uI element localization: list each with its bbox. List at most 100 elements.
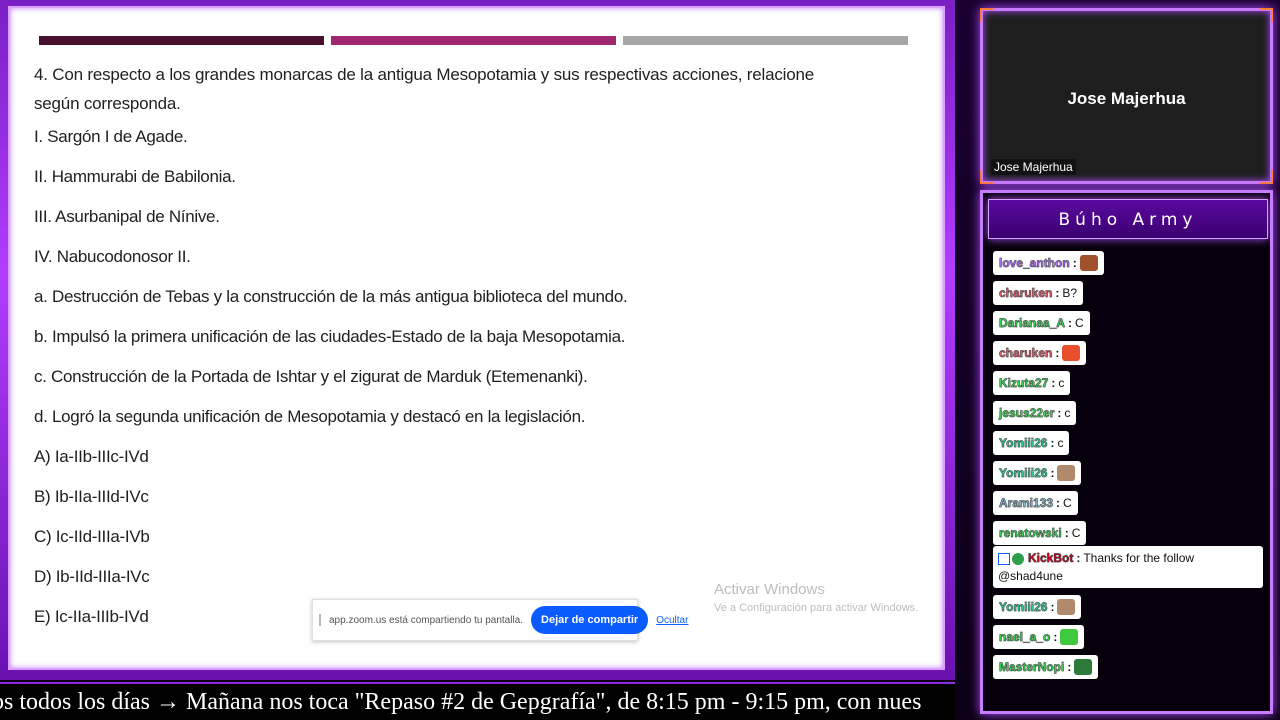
frame-corner [1259, 8, 1273, 22]
watermark-subtitle: Ve a Configuración para activar Windows. [714, 602, 919, 614]
chat-username[interactable]: Yomiii26 [999, 466, 1048, 480]
chat-message-row: renatowski: C [993, 515, 1270, 545]
answer-option-a: A) Ia-IIb-IIIc-IVd [34, 447, 149, 466]
chat-separator: : [1068, 316, 1073, 330]
chat-separator: : [1057, 406, 1062, 420]
shared-screen: 4. Con respecto a los grandes monarcas d… [8, 6, 945, 670]
zoom-share-message: app.zoom.us está compartiendo tu pantall… [329, 614, 524, 626]
chat-message: MasterNopi: [993, 655, 1099, 679]
chat-username[interactable]: charuken [999, 346, 1053, 360]
chat-text: c [1057, 436, 1064, 450]
chat-title: Búho Army [1058, 210, 1198, 230]
chat-username[interactable]: MasterNopi [999, 660, 1065, 674]
chat-separator: : [1055, 286, 1060, 300]
chat-separator: : [1050, 466, 1055, 480]
item-line: I. Sargón I de Agade. [34, 127, 188, 146]
chat-message-row: Kizuta27: c [993, 365, 1270, 395]
chat-message-row: Darianaa_A: C [993, 305, 1270, 335]
chat-text: C [1071, 526, 1081, 540]
chat-panel: Búho Army love_anthon: charuken: B? Dariana… [980, 190, 1273, 714]
chat-username[interactable]: nael_a_o [999, 630, 1051, 644]
chat-message-row: nael_a_o: [993, 619, 1270, 649]
answer-option-b: B) Ib-IIa-IIId-IVc [34, 487, 149, 506]
chat-text: B? [1062, 286, 1078, 300]
chat-username[interactable]: KickBot [1028, 551, 1074, 565]
item-line: b. Impulsó la primera unificación de las… [34, 327, 626, 346]
bot-badge-icon [998, 552, 1010, 565]
stop-sharing-button[interactable]: Dejar de compartir [531, 606, 649, 634]
frame-corner [1259, 170, 1273, 184]
chat-text: c [1064, 406, 1071, 420]
answer-option-e: E) Ic-IIa-IIIb-IVd [34, 607, 149, 626]
chat-message: nael_a_o: [993, 625, 1085, 649]
chat-message: charuken: [993, 341, 1087, 365]
webcam-frame: Jose Majerhua Jose Majerhua [980, 8, 1273, 184]
chat-username[interactable]: Yomiii26 [999, 600, 1048, 614]
chat-message: Arami133: C [993, 491, 1078, 515]
chat-message: Yomiii26: c [993, 431, 1070, 455]
chat-username[interactable]: jesus22er [999, 406, 1055, 420]
chat-message-row: love_anthon: [993, 245, 1270, 275]
cat-emote-icon [1057, 465, 1076, 481]
answer-option-c: C) Ic-IId-IIIa-IVb [34, 527, 150, 546]
chat-text: Thanks for the follow [1083, 551, 1195, 565]
chat-message: jesus22er: c [993, 401, 1077, 425]
stream-layout: 4. Con respecto a los grandes monarcas d… [0, 0, 1280, 720]
question-stem: 4. Con respecto a los grandes monarcas d… [34, 65, 814, 113]
chat-header: Búho Army [988, 199, 1268, 239]
chat-message-row: Yomiii26: c [993, 425, 1270, 455]
chat-separator: : [1055, 346, 1060, 360]
chat-message: Yomiii26: [993, 595, 1082, 619]
chat-message-row: charuken: B? [993, 275, 1270, 305]
item-line: a. Destrucción de Tebas y la construcció… [34, 287, 628, 306]
chat-username[interactable]: Kizuta27 [999, 376, 1049, 390]
verified-badge-icon [1012, 552, 1024, 565]
drag-handle-icon[interactable] [319, 614, 321, 626]
webcam-participant-name: Jose Majerhua [1067, 89, 1186, 108]
chat-separator: : [1051, 376, 1056, 390]
chat-username[interactable]: Darianaa_A [999, 316, 1065, 330]
chat-username[interactable]: Yomiii26 [999, 436, 1048, 450]
chat-separator: : [1056, 496, 1061, 510]
chat-message: renatowski: C [993, 521, 1087, 545]
car-emote-icon [1074, 659, 1093, 675]
chat-message: love_anthon: [993, 251, 1104, 275]
windows-activation-watermark: Activar Windows Ve a Configuración para … [714, 581, 918, 614]
chat-message: Darianaa_A: C [993, 311, 1090, 335]
chat-text: c [1058, 376, 1065, 390]
chat-message-row: charuken: [993, 335, 1270, 365]
chat-separator: : [1053, 630, 1058, 644]
answer-option-d: D) Ib-IId-IIIa-IVc [34, 567, 150, 586]
shared-screen-frame: 4. Con respecto a los grandes monarcas d… [0, 0, 955, 680]
item-line: c. Construcción de la Portada de Ishtar … [34, 367, 588, 386]
chat-mention: @shad4une [998, 569, 1063, 583]
frame-corner [980, 8, 994, 22]
chat-separator: : [1050, 436, 1055, 450]
item-line: III. Asurbanipal de Nínive. [34, 207, 220, 226]
chat-username[interactable]: Arami133 [999, 496, 1053, 510]
chat-username[interactable]: renatowski [999, 526, 1062, 540]
ticker-bar: os todos los días → Mañana nos toca "Rep… [0, 682, 955, 720]
chat-message-row: Arami133: C [993, 485, 1270, 515]
hide-link[interactable]: Ocultar [656, 615, 688, 626]
chat-message-row: Yomiii26: [993, 455, 1270, 485]
cat-emote-icon [1057, 599, 1076, 615]
watermark-title: Activar Windows [714, 581, 825, 598]
ticker-text: os todos los días → Mañana nos toca "Rep… [0, 689, 922, 715]
chat-username[interactable]: charuken [999, 286, 1053, 300]
chat-text: C [1075, 316, 1084, 330]
header-bar-magenta [331, 36, 616, 45]
bear-emote-icon [1079, 255, 1098, 271]
chat-separator: : [1050, 600, 1055, 614]
chat-message: Yomiii26: [993, 461, 1082, 485]
chat-message-list[interactable]: love_anthon: charuken: B? Darianaa_A: Ccharu… [993, 245, 1270, 679]
header-bar-dark [39, 36, 324, 45]
chat-message-row: MasterNopi: [993, 649, 1270, 679]
webcam-name-label: Jose Majerhua [991, 159, 1076, 175]
right-panel: Jose Majerhua Jose Majerhua Búho Army lo… [955, 0, 1280, 720]
chat-message-row: KickBot: Thanks for the follow @shad4une [993, 545, 1270, 589]
kickbot-message: KickBot: Thanks for the follow @shad4une [993, 546, 1263, 588]
item-line: II. Hammurabi de Babilonia. [34, 167, 236, 186]
chat-username[interactable]: love_anthon [999, 256, 1070, 270]
item-line: d. Logró la segunda unificación de Mesop… [34, 407, 586, 426]
